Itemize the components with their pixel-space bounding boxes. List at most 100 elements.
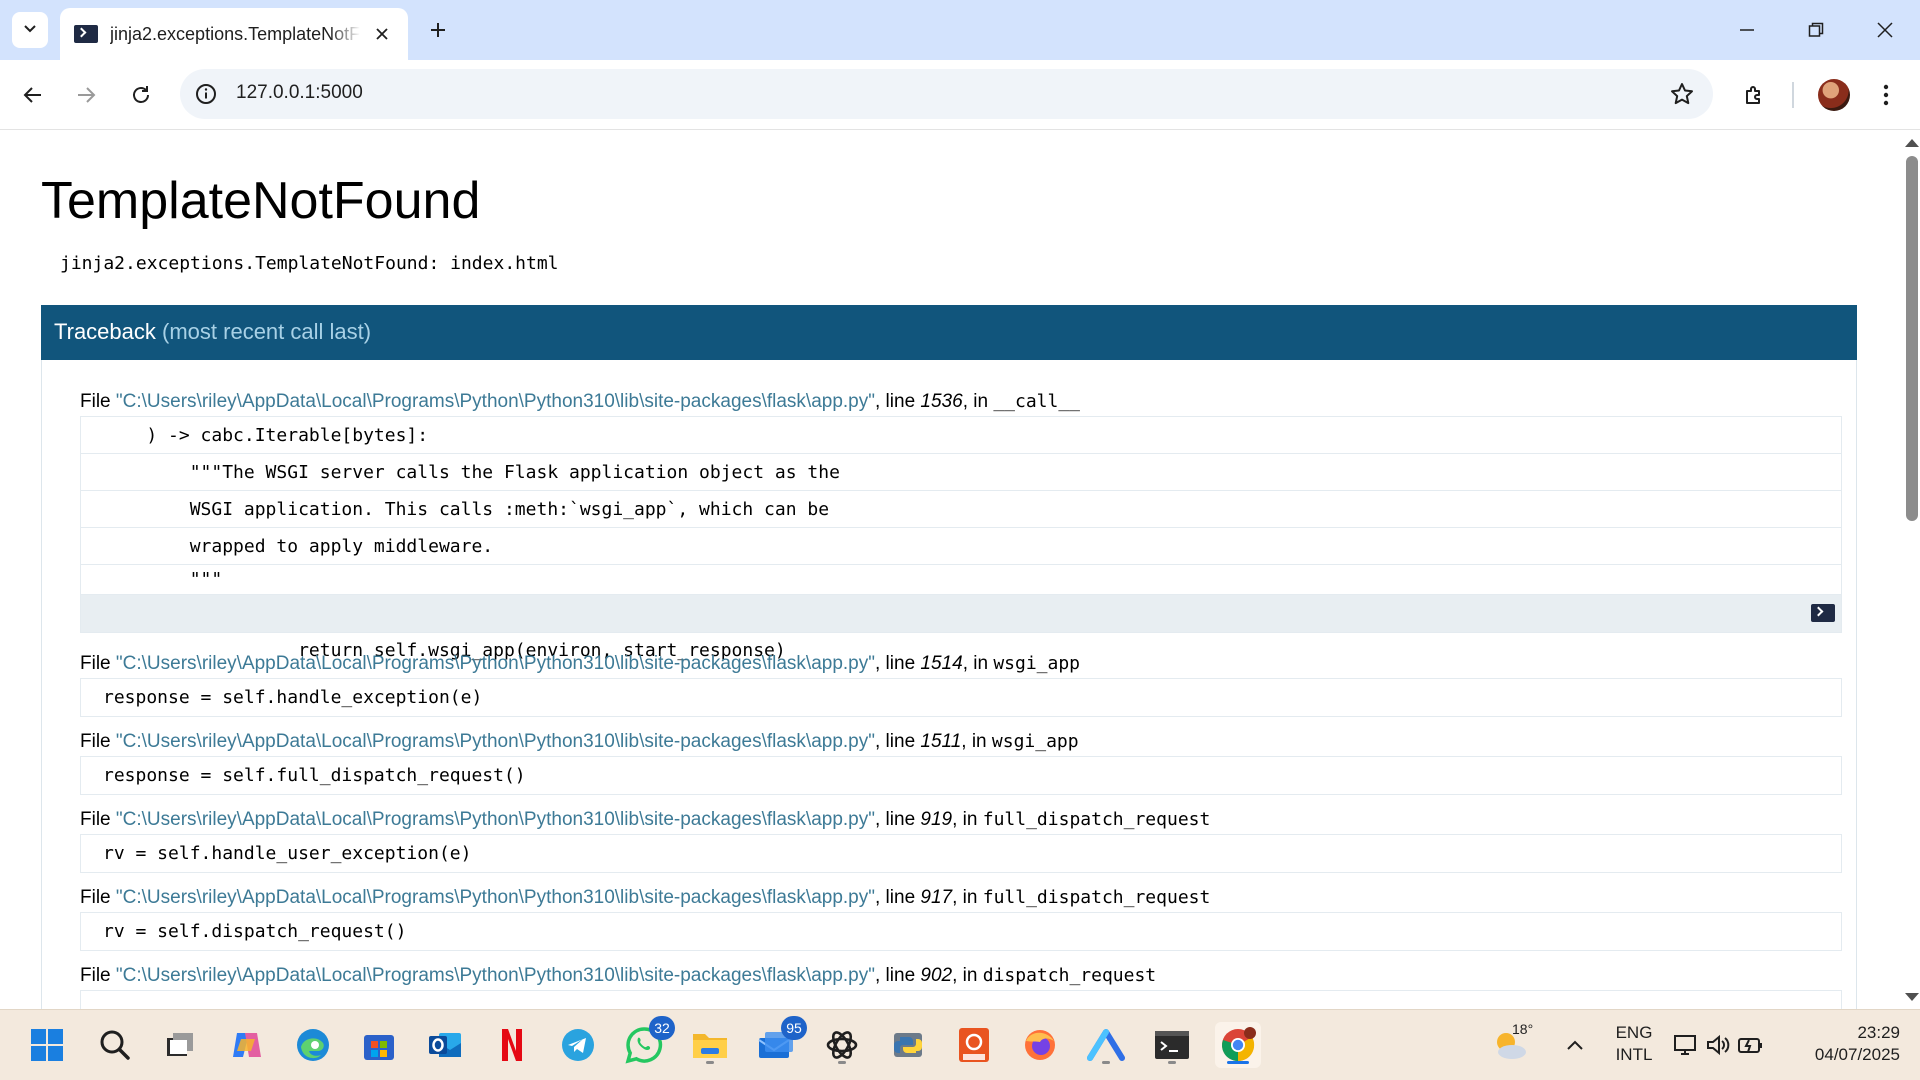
start-button[interactable]	[24, 1022, 70, 1068]
notification-badge: 95	[781, 1016, 807, 1040]
taskbar-store[interactable]	[356, 1022, 402, 1068]
file-path[interactable]: "C:\Users\riley\AppData\Local\Programs\P…	[116, 731, 875, 752]
line-number: 902	[920, 965, 953, 986]
line-label: , line	[875, 391, 921, 412]
line-number: 1511	[920, 731, 962, 752]
file-path[interactable]: "C:\Users\riley\AppData\Local\Programs\P…	[116, 887, 875, 908]
file-path[interactable]: "C:\Users\riley\AppData\Local\Programs\P…	[116, 809, 875, 830]
file-path[interactable]: "C:\Users\riley\AppData\Local\Programs\P…	[116, 391, 875, 412]
taskbar-chrome[interactable]	[1215, 1022, 1261, 1068]
taskbar-mail[interactable]: 95	[753, 1016, 807, 1068]
code-block[interactable]: response = self.handle_exception(e)	[80, 678, 1842, 717]
in-label: , in	[962, 391, 994, 412]
language-indicator[interactable]: ENG INTL	[1606, 1022, 1662, 1066]
extensions-button[interactable]	[1734, 75, 1774, 115]
code-line: response = self.full_dispatch_request()	[103, 765, 526, 786]
taskbar-app-arc[interactable]	[1083, 1022, 1129, 1068]
back-button[interactable]	[13, 75, 53, 115]
taskbar-whatsapp[interactable]: 32	[621, 1016, 675, 1068]
plus-icon	[431, 23, 445, 37]
reload-button[interactable]	[121, 75, 161, 115]
taskbar-outlook[interactable]	[422, 1022, 468, 1068]
running-indicator	[706, 1061, 714, 1064]
traceback-sub-label: (most recent call last)	[162, 319, 372, 344]
close-tab-icon[interactable]	[370, 22, 394, 46]
close-window-button[interactable]	[1863, 10, 1907, 50]
code-line: """	[81, 565, 1841, 595]
taskbar-telegram[interactable]	[555, 1022, 601, 1068]
forward-button[interactable]	[66, 75, 106, 115]
chatgpt-icon	[826, 1031, 858, 1059]
taskbar-ubuntu[interactable]	[951, 1022, 997, 1068]
code-line: WSGI application. This calls :meth:`wsgi…	[81, 491, 1841, 528]
code-block[interactable]	[80, 990, 1842, 1009]
new-tab-button[interactable]	[422, 14, 454, 46]
line-number: 1536	[920, 391, 963, 412]
frame-location: File "C:\Users\riley\AppData\Local\Progr…	[80, 962, 1842, 990]
bookmark-star-icon[interactable]	[1669, 81, 1695, 107]
traceback-frame: File "C:\Users\riley\AppData\Local\Progr…	[80, 962, 1842, 1009]
site-info-icon[interactable]	[194, 82, 218, 106]
minimize-button[interactable]	[1725, 10, 1769, 50]
current-code-line: return self.wsgi_app(environ, start_resp…	[81, 595, 1841, 661]
volume-icon	[1707, 1034, 1730, 1056]
taskbar-firefox[interactable]	[1017, 1022, 1063, 1068]
taskbar-python[interactable]	[885, 1022, 931, 1068]
show-hidden-icons-button[interactable]	[1552, 1022, 1598, 1068]
battery-icon	[1738, 1038, 1762, 1053]
function-name: wsgi_app	[991, 731, 1079, 752]
code-line: wrapped to apply middleware.	[81, 528, 1841, 565]
exception-message: jinja2.exceptions.TemplateNotFound: inde…	[60, 253, 559, 274]
weather-widget[interactable]: 18°	[1480, 1021, 1540, 1068]
clock-date: 04/07/2025	[1814, 1045, 1900, 1064]
firefox-icon	[1025, 1030, 1055, 1060]
traceback-header[interactable]: Traceback (most recent call last)	[41, 305, 1857, 360]
line-label: , line	[875, 965, 921, 986]
weather-temperature: 18°	[1512, 1021, 1534, 1037]
page-scrollbar[interactable]	[1900, 131, 1920, 1009]
browser-menu-button[interactable]	[1866, 75, 1906, 115]
taskbar-netflix[interactable]	[489, 1022, 535, 1068]
address-bar[interactable]: 127.0.0.1:5000	[180, 69, 1713, 119]
scroll-up-arrow-icon[interactable]	[1905, 139, 1919, 147]
copilot-icon	[233, 1033, 261, 1057]
frame-location: File "C:\Users\riley\AppData\Local\Progr…	[80, 388, 1842, 416]
taskbar-chatgpt[interactable]	[819, 1022, 865, 1068]
running-indicator	[1102, 1061, 1110, 1064]
file-path[interactable]: "C:\Users\riley\AppData\Local\Programs\P…	[116, 653, 875, 674]
restore-button[interactable]	[1794, 10, 1838, 50]
task-view-button[interactable]	[157, 1022, 203, 1068]
taskbar-copilot[interactable]	[224, 1022, 270, 1068]
netflix-icon	[502, 1029, 522, 1061]
open-console-icon[interactable]	[1811, 604, 1835, 622]
taskbar-search-button[interactable]	[92, 1022, 138, 1068]
taskbar-edge[interactable]	[290, 1022, 336, 1068]
scrollbar-thumb[interactable]	[1906, 156, 1918, 521]
running-indicator	[838, 1061, 846, 1064]
tab-search-button[interactable]	[12, 12, 48, 48]
traceback-frame: File "C:\Users\riley\AppData\Local\Progr…	[80, 388, 1842, 661]
scroll-down-arrow-icon[interactable]	[1905, 993, 1919, 1001]
taskbar-terminal[interactable]	[1149, 1022, 1195, 1068]
ubuntu-icon	[959, 1028, 989, 1062]
clock[interactable]: 23:29 04/07/2025	[1782, 1022, 1900, 1066]
file-label: File	[80, 965, 116, 986]
code-block[interactable]: response = self.full_dispatch_request()	[80, 756, 1842, 795]
active-tab[interactable]: jinja2.exceptions.TemplateNotFound: inde…	[60, 8, 408, 60]
taskbar-file-explorer[interactable]	[687, 1022, 733, 1068]
windows-logo-icon	[31, 1029, 63, 1061]
folder-icon	[693, 1034, 727, 1058]
url-text[interactable]: 127.0.0.1:5000	[236, 82, 363, 104]
profile-avatar[interactable]	[1818, 79, 1850, 111]
file-path[interactable]: "C:\Users\riley\AppData\Local\Programs\P…	[116, 965, 875, 986]
code-line: ) -> cabc.Iterable[bytes]:	[81, 417, 1841, 454]
code-block[interactable]: rv = self.handle_user_exception(e)	[80, 834, 1842, 873]
language-code: ENG	[1615, 1023, 1653, 1042]
traceback-frame: File "C:\Users\riley\AppData\Local\Progr…	[80, 650, 1842, 717]
quick-settings-button[interactable]	[1668, 1022, 1768, 1068]
page-title: TemplateNotFound	[41, 172, 481, 230]
code-block[interactable]: rv = self.dispatch_request()	[80, 912, 1842, 951]
code-block[interactable]: ) -> cabc.Iterable[bytes]: """The WSGI s…	[80, 416, 1842, 661]
task-view-icon	[167, 1033, 193, 1056]
